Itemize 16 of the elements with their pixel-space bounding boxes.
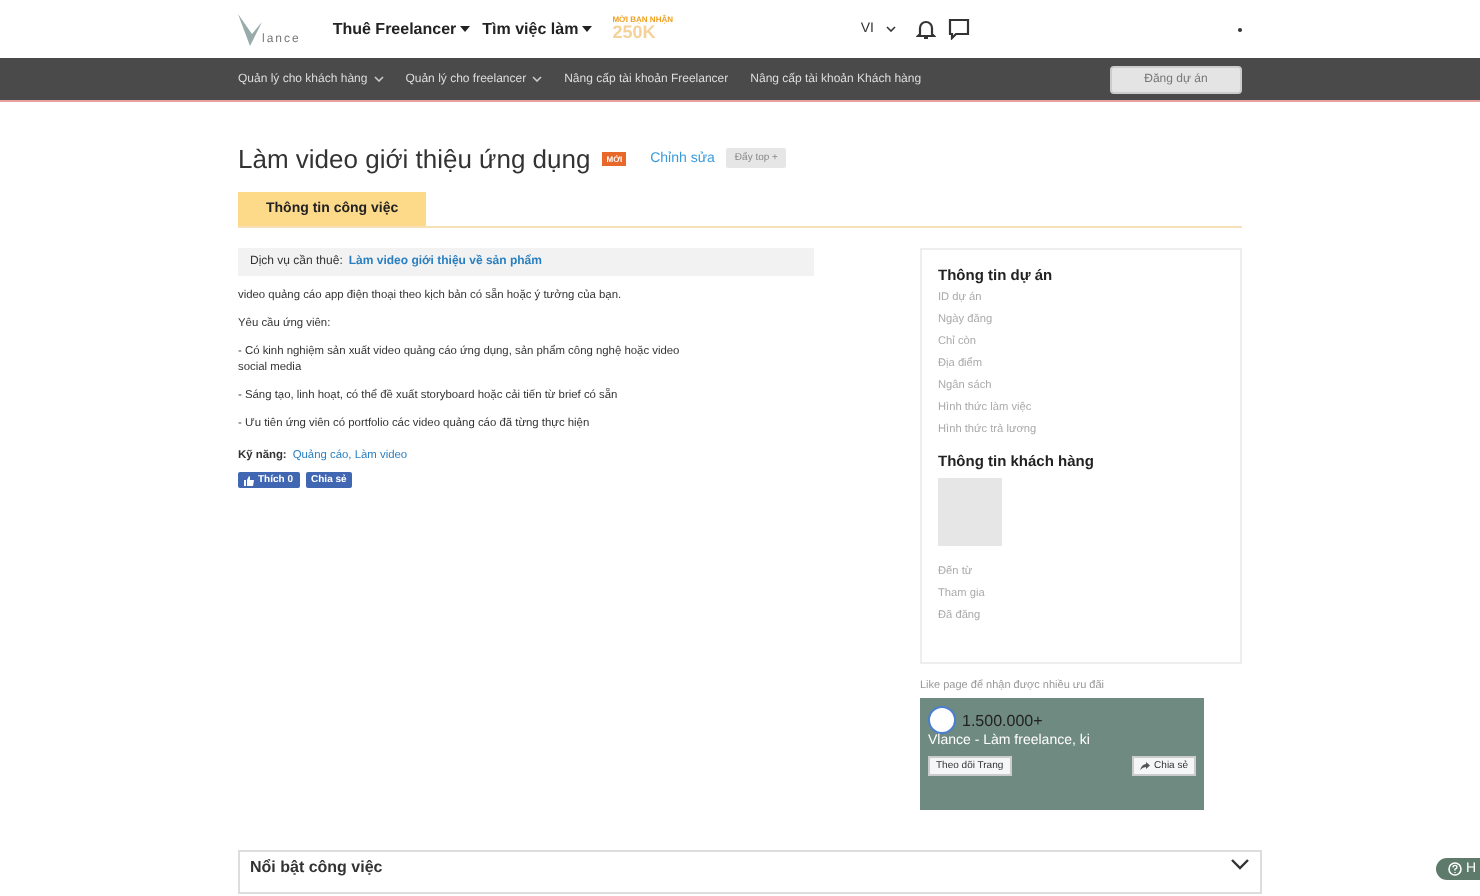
featured-title: Nổi bật công việc — [250, 858, 383, 876]
menu-link[interactable]: Thuê Freelancer — [332, 20, 457, 38]
follower-count: 1.500.000+ — [962, 711, 1043, 729]
chevron-icon — [886, 26, 896, 32]
page-logo-icon — [928, 706, 956, 734]
job-title: Làm video giới thiệu ứng dụng — [238, 143, 591, 173]
chat-icon[interactable] — [948, 18, 970, 40]
share-arrow-icon — [1140, 762, 1151, 770]
thumbs-up-icon — [244, 475, 254, 485]
question-icon — [1447, 862, 1462, 876]
menu-link[interactable]: Tìm việc làm — [482, 20, 579, 38]
promo-amount: 250K — [612, 24, 656, 42]
logo-icon — [238, 13, 262, 45]
bell-icon[interactable] — [916, 18, 936, 40]
chevron-icon[interactable] — [1230, 858, 1250, 870]
avatar-placeholder — [938, 478, 1002, 546]
